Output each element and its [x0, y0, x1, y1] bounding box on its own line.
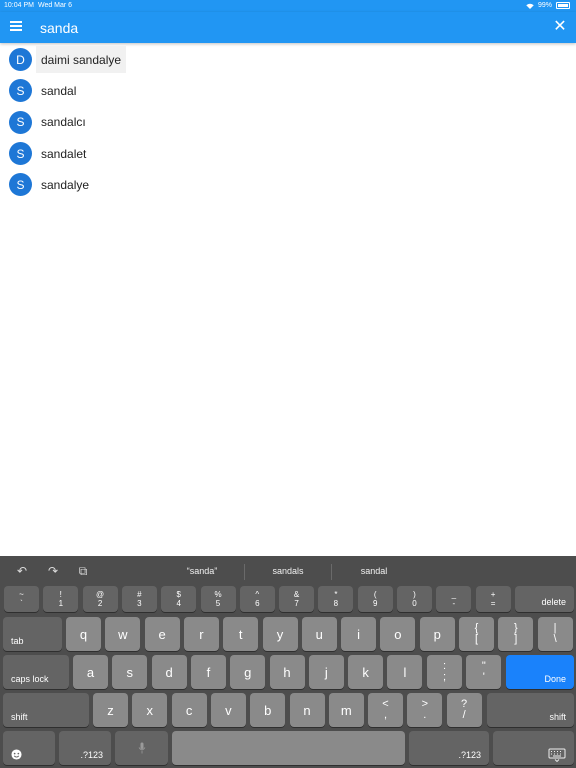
key-bracket-1[interactable]: }] — [498, 617, 534, 651]
suggestion-2[interactable]: sandals — [245, 566, 331, 576]
key-punct-z-2[interactable]: ? / — [446, 693, 482, 727]
key-5[interactable]: % 5 — [200, 586, 236, 612]
delete-key[interactable]: delete — [515, 586, 574, 612]
numbers-key-left[interactable]: .?123 — [59, 731, 111, 765]
list-item[interactable]: S sandalcı — [0, 107, 576, 138]
key-a[interactable]: a — [73, 655, 108, 689]
key-1[interactable]: ! 1 — [43, 586, 79, 612]
key-m[interactable]: m — [328, 693, 364, 727]
list-item[interactable]: S sandal — [0, 75, 576, 106]
battery-icon — [556, 2, 570, 9]
key-p[interactable]: p — [419, 617, 455, 651]
key-z[interactable]: z — [93, 693, 128, 727]
microphone-key[interactable] — [115, 731, 168, 765]
search-input[interactable] — [40, 18, 500, 38]
keyboard: ↶ ↷ ⧉ “sanda” sandals sandal ~ `! 1 @2 #3 $4%… — [0, 556, 576, 768]
undo-icon[interactable]: ↶ — [15, 564, 29, 578]
avatar: S — [9, 142, 32, 166]
key-0[interactable]: ) 0 — [397, 586, 432, 612]
key-bracket-0[interactable]: {[ — [459, 617, 494, 651]
menu-icon[interactable] — [10, 21, 22, 33]
list-item-label: sandalye — [41, 177, 90, 192]
key-punct-z-1[interactable]: >. — [407, 693, 443, 727]
key-v[interactable]: v — [210, 693, 246, 727]
key-9[interactable]: (9 — [357, 586, 393, 612]
suggestion-3[interactable]: sandal — [332, 566, 416, 576]
close-icon[interactable]: ✕ — [552, 19, 568, 35]
key-8[interactable]: * 8 — [318, 586, 354, 612]
space-bar[interactable] — [172, 731, 405, 765]
key-g[interactable]: g — [230, 655, 266, 689]
status-bar: 10:04 PM Wed Mar 6 99% — [0, 0, 576, 12]
key-h[interactable]: h — [269, 655, 305, 689]
list-item-label: sandalet — [41, 146, 87, 161]
done-key[interactable]: Done — [506, 655, 574, 689]
key-punct-z-0[interactable]: <, — [368, 693, 403, 727]
key-c[interactable]: c — [171, 693, 207, 727]
key-3[interactable]: #3 — [121, 586, 157, 612]
caps-lock-key[interactable]: caps lock — [3, 655, 69, 689]
suggestion-bar: ↶ ↷ ⧉ “sanda” sandals sandal — [0, 556, 576, 586]
key-f[interactable]: f — [190, 655, 226, 689]
key-2[interactable]: @2 — [82, 586, 118, 612]
key-r[interactable]: r — [183, 617, 219, 651]
hide-keyboard-key[interactable] — [493, 731, 574, 765]
key-w[interactable]: w — [105, 617, 141, 651]
key-o[interactable]: o — [380, 617, 416, 651]
list-item[interactable]: D daimi sandalye — [0, 44, 576, 75]
results-list: D daimi sandalye S sandal S sandalcı S s… — [0, 44, 576, 200]
emoji-key[interactable] — [3, 731, 55, 765]
avatar: S — [9, 110, 32, 134]
battery-percent: 99% — [537, 2, 552, 9]
avatar: D — [9, 48, 32, 72]
redo-icon[interactable]: ↷ — [46, 564, 60, 578]
wifi-icon — [526, 3, 534, 9]
suggestion-1[interactable]: “sanda” — [160, 566, 244, 576]
list-item-label: sandal — [41, 83, 77, 98]
key-4[interactable]: $4 — [161, 586, 197, 612]
numbers-key-right[interactable]: .?123 — [409, 731, 489, 765]
key-b[interactable]: b — [250, 693, 286, 727]
key-sym[interactable]: + = — [475, 586, 511, 612]
key-sym[interactable]: _ - — [436, 586, 472, 612]
list-item-label: sandalcı — [41, 115, 86, 130]
status-time: 10:04 PM — [4, 2, 34, 9]
list-item-label: daimi sandalye — [41, 52, 122, 67]
key-7[interactable]: & 7 — [279, 586, 315, 612]
key-s[interactable]: s — [112, 655, 148, 689]
key-bracket-2[interactable]: | \ — [537, 617, 573, 651]
key-n[interactable]: n — [289, 693, 325, 727]
avatar: S — [9, 79, 32, 103]
keyboard-hide-icon — [548, 748, 566, 762]
key-k[interactable]: k — [348, 655, 384, 689]
shift-right-key[interactable]: shift — [487, 693, 574, 727]
key-6[interactable]: ^ 6 — [239, 586, 275, 612]
app-bar: ✕ — [0, 12, 576, 43]
key-q[interactable]: q — [66, 617, 101, 651]
key-punct-1[interactable]: " ' — [466, 655, 502, 689]
key-punct-0[interactable]: :; — [427, 655, 462, 689]
status-date: Wed Mar 6 — [37, 2, 73, 9]
shift-left-key[interactable]: shift — [3, 693, 89, 727]
key-e[interactable]: e — [144, 617, 180, 651]
avatar: S — [9, 173, 32, 197]
key-i[interactable]: i — [341, 617, 377, 651]
key-l[interactable]: l — [387, 655, 423, 689]
key-y[interactable]: y — [262, 617, 298, 651]
key-x[interactable]: x — [132, 693, 168, 727]
key-t[interactable]: t — [223, 617, 259, 651]
key-d[interactable]: d — [151, 655, 187, 689]
list-item[interactable]: S sandalet — [0, 138, 576, 169]
tab-key[interactable]: tab — [3, 617, 62, 651]
emoji-icon — [11, 749, 22, 760]
microphone-icon — [138, 742, 145, 754]
key-sym[interactable]: ~ ` — [4, 586, 39, 612]
key-u[interactable]: u — [301, 617, 337, 651]
list-item[interactable]: S sandalye — [0, 169, 576, 200]
key-j[interactable]: j — [308, 655, 344, 689]
paste-icon[interactable]: ⧉ — [76, 564, 90, 578]
